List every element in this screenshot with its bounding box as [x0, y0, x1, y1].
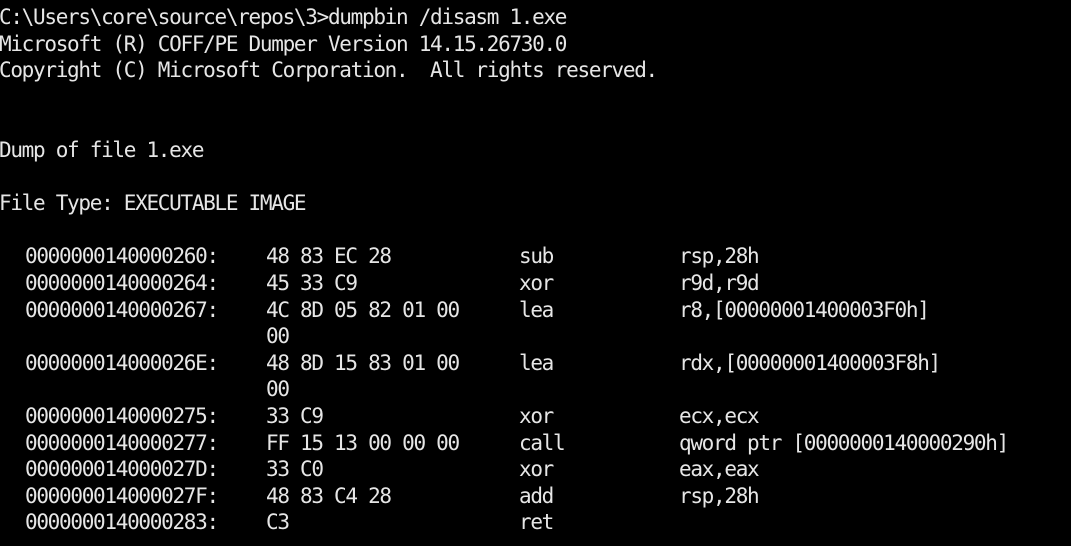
disasm-mnemonic: call [519, 430, 566, 455]
disassembly-listing: 0000000140000260: 48 83 EC 28 sub rsp,28h 00… [0, 243, 1071, 536]
disasm-row: 00 [0, 323, 1071, 350]
disasm-bytes: 48 83 C4 28 [266, 483, 392, 508]
version-line: Microsoft (R) COFF/PE Dumper Version 14.… [0, 31, 567, 56]
disasm-address: 0000000140000277: [25, 430, 219, 455]
disasm-address: 0000000140000283: [25, 510, 219, 535]
disasm-mnemonic: lea [519, 297, 554, 322]
copyright-line: Copyright (C) Microsoft Corporation. All… [0, 58, 658, 83]
disasm-row: 000000014000026E: 48 8D 15 83 01 00 lea rdx… [0, 350, 1071, 377]
disasm-mnemonic: lea [519, 350, 554, 375]
disasm-bytes: 48 83 EC 28 [266, 244, 392, 269]
disasm-bytes: 45 33 C9 [266, 270, 358, 295]
disasm-operands: qword ptr [0000000140000290h] [679, 430, 1009, 455]
disasm-address: 0000000140000267: [25, 297, 219, 322]
disasm-bytes: 4C 8D 05 82 01 00 [266, 297, 460, 322]
disasm-address: 000000014000027D: [25, 457, 219, 482]
prompt-line: C:\Users\core\source\repos\3>dumpbin /di… [0, 5, 567, 29]
disasm-row: 0000000140000267: 4C 8D 05 82 01 00 lea r8,… [0, 297, 1071, 324]
disasm-bytes: FF 15 13 00 00 00 [266, 430, 460, 455]
dump-line: Dump of file 1.exe [0, 137, 204, 162]
disasm-bytes: C3 [266, 510, 290, 535]
disasm-bytes: 48 8D 15 83 01 00 [266, 350, 460, 375]
disasm-mnemonic: xor [519, 270, 554, 295]
disasm-row: 00 [0, 376, 1071, 403]
disasm-address: 0000000140000275: [25, 403, 219, 428]
disasm-mnemonic: sub [519, 244, 554, 269]
disasm-operands: rsp,28h [679, 483, 760, 508]
console-window[interactable]: C:\Users\core\source\repos\3>dumpbin /di… [0, 0, 1071, 546]
disasm-address: 0000000140000264: [25, 270, 219, 295]
disasm-mnemonic: xor [519, 457, 554, 482]
disasm-operands: rsp,28h [679, 244, 760, 269]
disasm-mnemonic: xor [519, 403, 554, 428]
disasm-row: 0000000140000283: C3 ret [0, 509, 1071, 536]
disasm-row: 0000000140000277: FF 15 13 00 00 00 call qw… [0, 430, 1071, 457]
disasm-bytes: 33 C0 [266, 457, 324, 482]
disasm-row: 000000014000027D: 33 C0 xor eax,eax [0, 456, 1071, 483]
disasm-address: 0000000140000260: [25, 244, 219, 269]
disasm-bytes: 00 [266, 377, 290, 402]
disasm-operands: rdx,[00000001400003F8h] [679, 350, 941, 375]
disasm-mnemonic: ret [519, 510, 554, 535]
disasm-bytes: 00 [266, 324, 290, 349]
disasm-operands: r8,[00000001400003F0h] [679, 297, 930, 322]
disasm-row: 0000000140000275: 33 C9 xor ecx,ecx [0, 403, 1071, 430]
disasm-row: 0000000140000260: 48 83 EC 28 sub rsp,28h [0, 243, 1071, 270]
disasm-bytes: 33 C9 [266, 403, 324, 428]
disasm-row: 000000014000027F: 48 83 C4 28 add rsp,28h [0, 483, 1071, 510]
disasm-operands: r9d,r9d [679, 270, 760, 295]
disasm-mnemonic: add [519, 483, 554, 508]
disasm-operands: eax,eax [679, 457, 760, 482]
disasm-operands: ecx,ecx [679, 403, 760, 428]
file-type-line: File Type: EXECUTABLE IMAGE [0, 191, 307, 216]
disasm-address: 000000014000027F: [25, 483, 219, 508]
disasm-address: 000000014000026E: [25, 350, 219, 375]
disasm-row: 0000000140000264: 45 33 C9 xor r9d,r9d [0, 270, 1071, 297]
